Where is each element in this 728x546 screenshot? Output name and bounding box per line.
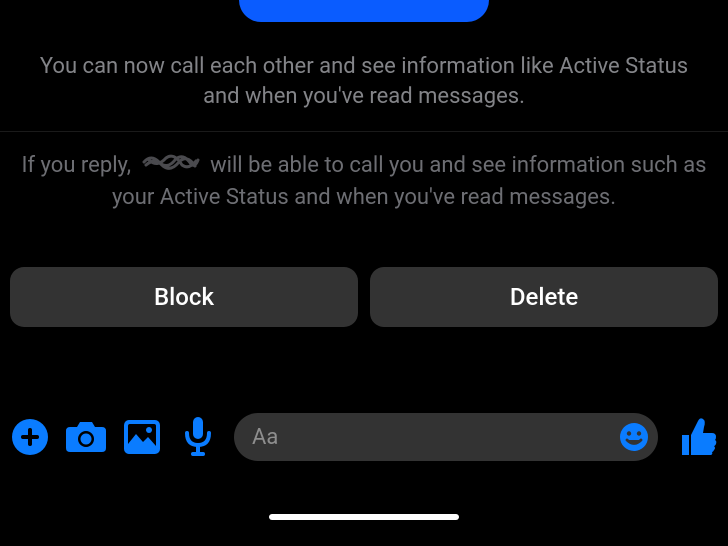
reply-warning-text: If you reply, will be able to call you a…	[0, 150, 728, 212]
home-indicator[interactable]	[269, 514, 459, 520]
message-input-wrapper	[234, 413, 658, 461]
compose-bar	[0, 413, 728, 461]
message-bubble-partial	[239, 0, 489, 22]
action-button-row: Block Delete	[10, 267, 718, 327]
photo-icon[interactable]	[118, 413, 166, 461]
reply-suffix: will be able to call you and see informa…	[112, 153, 707, 210]
redacted-name	[141, 150, 201, 183]
thumbs-up-icon[interactable]	[674, 413, 722, 461]
reply-prefix: If you reply,	[21, 153, 131, 178]
microphone-icon[interactable]	[174, 413, 222, 461]
divider	[0, 131, 728, 132]
delete-button[interactable]: Delete	[370, 267, 718, 327]
plus-circle-icon[interactable]	[6, 413, 54, 461]
connection-info-text: You can now call each other and see info…	[0, 52, 728, 111]
camera-icon[interactable]	[62, 413, 110, 461]
emoji-icon[interactable]	[618, 421, 650, 453]
message-input[interactable]	[252, 425, 618, 450]
block-button[interactable]: Block	[10, 267, 358, 327]
